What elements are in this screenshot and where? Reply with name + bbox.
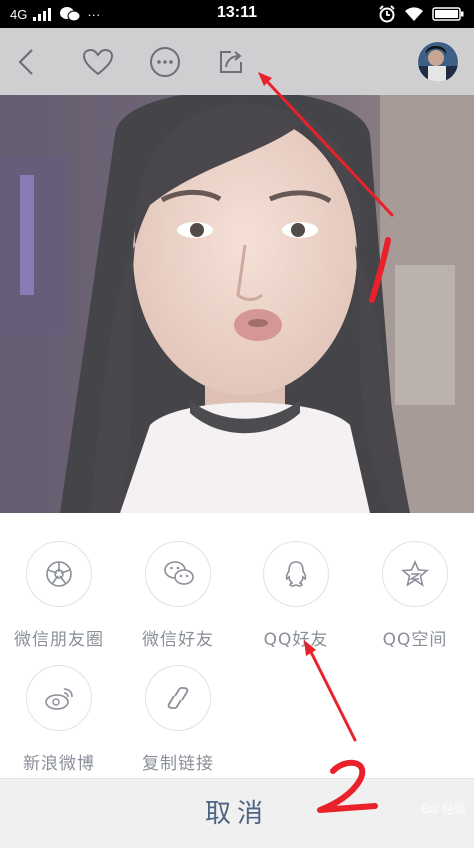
annotation-arrow-1 <box>258 72 394 217</box>
annotation-mark-1 <box>369 237 391 303</box>
annotations <box>258 72 394 813</box>
annotation-arrow-2 <box>304 640 357 742</box>
annotation-mark-2 <box>317 759 378 813</box>
